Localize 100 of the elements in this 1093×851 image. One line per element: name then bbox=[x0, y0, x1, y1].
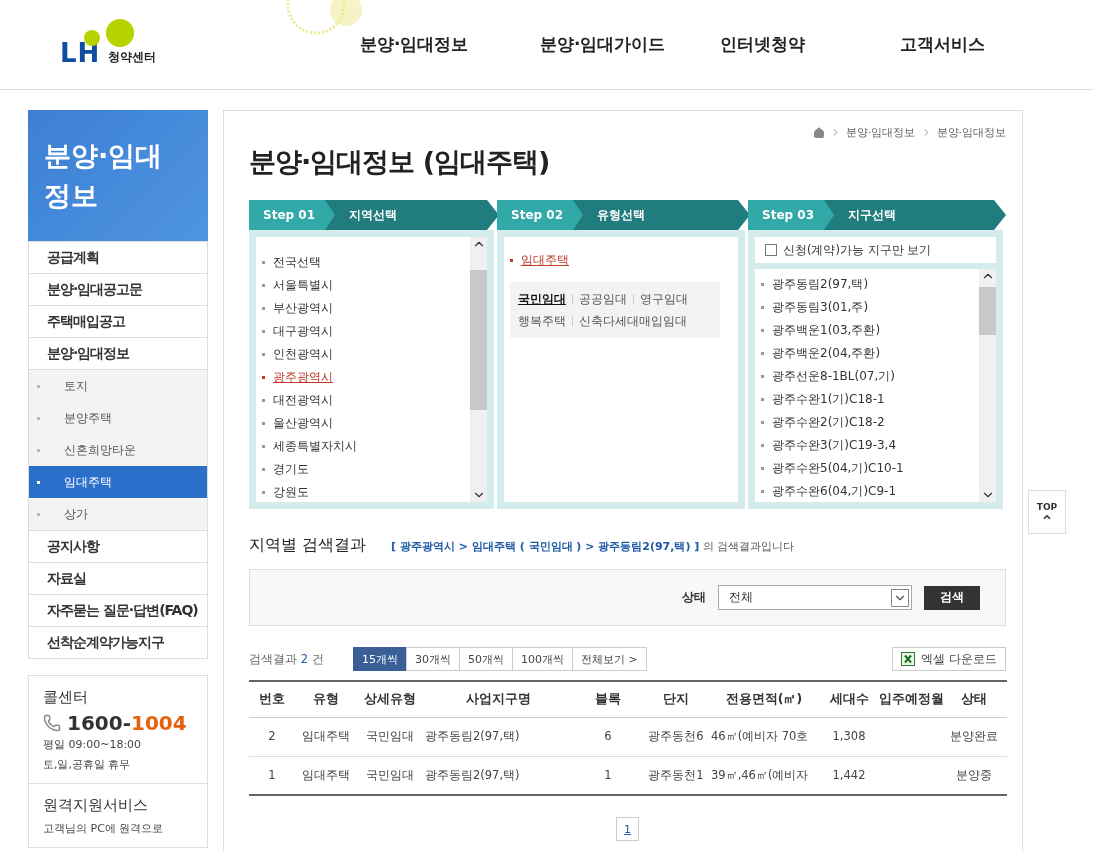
sidebar-subitem[interactable]: 분양주택 bbox=[29, 402, 207, 434]
region-item[interactable]: 인천광역시 bbox=[262, 343, 464, 366]
table-cell: 국민임대 bbox=[357, 756, 423, 795]
district-item[interactable]: 광주동림2(97,택) bbox=[761, 273, 973, 296]
region-item[interactable]: 세종특별자치시 bbox=[262, 435, 464, 458]
breadcrumb-link[interactable]: 분양·임대정보 bbox=[936, 125, 1006, 140]
nav-link[interactable]: 분양·임대정보 bbox=[330, 33, 510, 56]
result-count: 검색결과 2 건 bbox=[249, 651, 325, 667]
sidebar-item[interactable]: 주택매입공고 bbox=[29, 305, 207, 337]
column-header: 블록 bbox=[573, 681, 643, 717]
page-size-button[interactable]: 15개씩 bbox=[353, 647, 407, 671]
page-size-button[interactable]: 100개씩 bbox=[512, 647, 573, 671]
region-item[interactable]: 대전광역시 bbox=[262, 389, 464, 412]
page-size-button[interactable]: 30개씩 bbox=[406, 647, 460, 671]
table-cell: 광주동천1 bbox=[643, 756, 709, 795]
home-icon[interactable] bbox=[813, 126, 825, 139]
table-cell: 분양완료 bbox=[941, 717, 1007, 756]
nav-link[interactable]: 고객서비스 bbox=[870, 33, 1050, 56]
page-number[interactable]: 1 bbox=[616, 817, 639, 841]
table-cell: 46㎡(예비자 70호 bbox=[709, 717, 819, 756]
results-title: 지역별 검색결과 bbox=[249, 535, 367, 556]
district-item[interactable]: 광주동림3(01,주) bbox=[761, 296, 973, 319]
sidebar-item[interactable]: 공급계획 bbox=[29, 241, 207, 273]
subtype-link[interactable]: 공공임대 bbox=[579, 291, 627, 307]
step-number: Step 03 bbox=[748, 200, 834, 230]
page-title: 분양·임대정보 (임대주택) bbox=[249, 145, 551, 179]
region-item[interactable]: 울산광역시 bbox=[262, 412, 464, 435]
breadcrumb-link[interactable]: 분양·임대정보 bbox=[846, 125, 916, 140]
column-header: 세대수 bbox=[819, 681, 879, 717]
scroll-thumb[interactable] bbox=[979, 286, 996, 335]
table-cell: 1 bbox=[249, 756, 295, 795]
table-cell: 분양중 bbox=[941, 756, 1007, 795]
nav-link[interactable]: 분양·임대가이드 bbox=[510, 33, 690, 56]
table-cell: 1 bbox=[573, 756, 643, 795]
table-cell: 광주동림2(97,택) bbox=[423, 717, 573, 756]
table-cell: 1,442 bbox=[819, 756, 879, 795]
nav-link[interactable]: 인터넷청약 bbox=[690, 33, 870, 56]
table-cell: 39㎡,46㎡(예비자 bbox=[709, 756, 819, 795]
scroll-thumb[interactable] bbox=[470, 269, 487, 410]
results-path: [ 광주광역시 > 임대주택 ( 국민임대 ) > 광주동림2(97,택) ] 의 검색결과입니다 bbox=[391, 539, 795, 554]
district-item[interactable]: 광주수완2(기)C18-2 bbox=[761, 411, 973, 434]
sidebar-item[interactable]: 선착순계약가능지구 bbox=[29, 626, 207, 658]
hours-text: 토,일,공휴일 휴무 bbox=[43, 757, 132, 773]
column-header: 유형 bbox=[295, 681, 357, 717]
sidebar-item[interactable]: 공지사항 bbox=[29, 530, 207, 562]
remote-text: 고객님의 PC에 원격으로 bbox=[43, 821, 165, 837]
status-label: 상태 bbox=[682, 589, 706, 606]
sidebar-item[interactable]: 분양·임대공고문 bbox=[29, 273, 207, 305]
table-cell: 광주동천6 bbox=[643, 717, 709, 756]
region-item[interactable]: 강원도 bbox=[262, 481, 464, 502]
district-item[interactable]: 광주선운8-1BL(07,기) bbox=[761, 365, 973, 388]
logo-mark: LH bbox=[60, 39, 101, 66]
subtype-link[interactable]: 영구임대 bbox=[640, 291, 688, 307]
region-item[interactable]: 대구광역시 bbox=[262, 320, 464, 343]
district-item[interactable]: 광주백운1(03,주환) bbox=[761, 319, 973, 342]
region-item[interactable]: 광주광역시 bbox=[262, 366, 464, 389]
subtype-link[interactable]: 국민임대 bbox=[518, 291, 566, 307]
sidebar-subitem[interactable]: 임대주택 bbox=[29, 466, 207, 498]
sidebar-item[interactable]: 자주묻는 질문·답변(FAQ) bbox=[29, 594, 207, 626]
remote-title: 원격지원서비스 bbox=[43, 796, 149, 815]
table-cell: 6 bbox=[573, 717, 643, 756]
column-header: 상세유형 bbox=[357, 681, 423, 717]
spreadsheet-icon bbox=[901, 652, 916, 666]
step-number: Step 02 bbox=[497, 200, 583, 230]
sidebar-subitem[interactable]: 상가 bbox=[29, 498, 207, 530]
step-label: 지구선택 bbox=[848, 206, 896, 224]
district-item[interactable]: 광주수완6(04,기)C9-1 bbox=[761, 480, 973, 502]
page-size-button[interactable]: 전체보기 > bbox=[572, 647, 647, 671]
excel-download-button[interactable]: 엑셀 다운로드 bbox=[892, 647, 1006, 671]
type-category[interactable]: 임대주택 bbox=[510, 249, 732, 272]
table-cell: 임대주택 bbox=[295, 717, 357, 756]
column-header: 사업지구명 bbox=[423, 681, 573, 717]
district-item[interactable]: 광주수완3(기)C19-3,4 bbox=[761, 434, 973, 457]
step-label: 지역선택 bbox=[349, 206, 397, 224]
region-item[interactable]: 전국선택 bbox=[262, 251, 464, 274]
status-select[interactable]: 전체 bbox=[718, 585, 912, 610]
call-center-title: 콜센터 bbox=[43, 688, 89, 707]
sidebar-item[interactable]: 자료실 bbox=[29, 562, 207, 594]
region-item[interactable]: 경기도 bbox=[262, 458, 464, 481]
subtype-link[interactable]: 신축다세대매입임대 bbox=[579, 313, 687, 329]
district-item[interactable]: 광주수완5(04,기)C10-1 bbox=[761, 457, 973, 480]
column-header: 전용면적(㎡) bbox=[709, 681, 819, 717]
scrollbar[interactable] bbox=[979, 269, 996, 502]
search-button[interactable]: 검색 bbox=[924, 585, 980, 610]
district-filter-checkbox[interactable]: 신청(계약)가능 지구만 보기 bbox=[755, 237, 996, 263]
region-item[interactable]: 서울특별시 bbox=[262, 274, 464, 297]
table-cell: 1,308 bbox=[819, 717, 879, 756]
caret-up-icon bbox=[1042, 512, 1052, 522]
top-button[interactable]: TOP bbox=[1028, 490, 1066, 534]
table-cell: 2 bbox=[249, 717, 295, 756]
subtype-link[interactable]: 행복주택 bbox=[518, 313, 566, 329]
logo-text: 청약센터 bbox=[108, 48, 157, 66]
sidebar-subitem[interactable]: 토지 bbox=[29, 370, 207, 402]
scrollbar[interactable] bbox=[470, 237, 487, 502]
district-item[interactable]: 광주백운2(04,주환) bbox=[761, 342, 973, 365]
sidebar-subitem[interactable]: 신혼희망타운 bbox=[29, 434, 207, 466]
column-header: 번호 bbox=[249, 681, 295, 717]
region-item[interactable]: 부산광역시 bbox=[262, 297, 464, 320]
district-item[interactable]: 광주수완1(기)C18-1 bbox=[761, 388, 973, 411]
page-size-button[interactable]: 50개씩 bbox=[459, 647, 513, 671]
